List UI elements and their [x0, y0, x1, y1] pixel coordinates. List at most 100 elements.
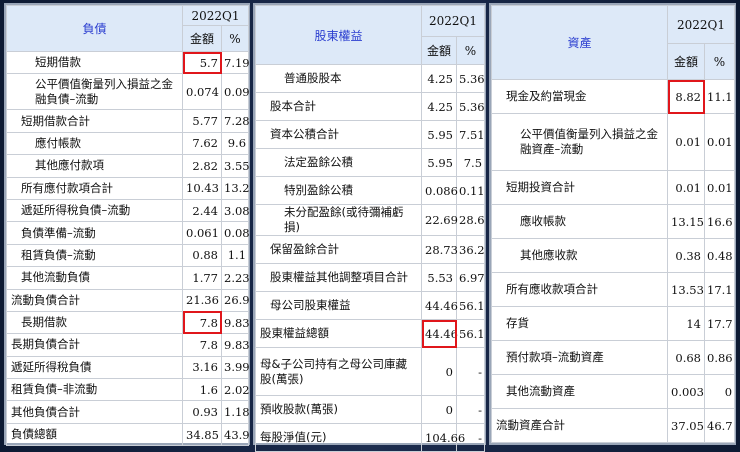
row-amount: 13.15 — [667, 204, 705, 239]
row-percent: 11.1 — [703, 79, 736, 114]
row-amount: 5.7 — [182, 50, 222, 75]
row-amount: 22.69 — [421, 204, 458, 236]
table-row: 普通股股本 4.25 5.36 — [255, 64, 486, 93]
row-percent: 3.55 — [220, 154, 250, 178]
row-percent: 0.08 — [220, 221, 250, 245]
pct-header: % — [455, 36, 486, 65]
row-amount: 13.53 — [667, 272, 705, 307]
amount-header: 金額 — [667, 43, 705, 80]
row-percent: - — [455, 395, 486, 424]
row-label: 預收股款(萬張) — [255, 395, 422, 424]
table-row: 未分配盈餘(或待彌補虧損) 22.69 28.6 — [255, 204, 486, 236]
table-row: 公平價值衡量列入損益之金融負債–流動 0.074 0.09 — [6, 73, 250, 111]
table-row: 應收帳款 13.15 16.6 — [491, 204, 736, 239]
row-percent: 17.1 — [703, 272, 736, 307]
row-amount: 8.82 — [667, 79, 705, 114]
section-title: 負債 — [6, 5, 183, 52]
amount-header: 金額 — [182, 25, 222, 52]
table-row: 現金及約當現金 8.82 11.1 — [491, 79, 736, 114]
row-percent: 5.36 — [455, 64, 486, 93]
row-amount: 44.46 — [421, 291, 458, 320]
row-amount: 0.88 — [182, 243, 222, 268]
row-amount: 0.061 — [182, 221, 222, 245]
period-header: 2022Q1 — [420, 5, 486, 37]
row-percent: 28.6 — [455, 204, 486, 236]
row-label: 負債準備–流動 — [6, 221, 183, 245]
row-label: 母公司股東權益 — [255, 291, 422, 320]
row-amount: 0.074 — [182, 73, 222, 111]
row-amount: 7.8 — [182, 310, 222, 335]
table-row: 其他負債合計 0.93 1.18 — [6, 400, 250, 424]
row-label: 每股淨值(元) — [255, 423, 422, 452]
table-row: 流動資產合計 37.05 46.7 — [491, 408, 736, 443]
table-row: 租賃負債–流動 0.88 1.1 — [6, 243, 250, 268]
table-row: 每股淨值(元) 104.66- — [255, 423, 486, 452]
table-row: 預收股款(萬張) 0- — [255, 395, 486, 424]
table-row: 公平價值衡量列入損益之金融資產–流動 0.01 0.01 — [491, 113, 736, 171]
row-label: 應收帳款 — [491, 204, 668, 239]
row-label: 其他應付款項 — [6, 154, 183, 178]
table-row: 遞延所得稅負債–流動 2.44 3.08 — [6, 198, 250, 223]
table-row: 負債準備–流動 0.061 0.08 — [6, 221, 250, 245]
row-amount: 44.46 — [421, 319, 458, 348]
row-amount: 5.53 — [421, 263, 457, 292]
table-row: 其他應付款項 2.82 3.55 — [6, 154, 250, 178]
row-amount: 0.086 — [421, 176, 458, 205]
row-label: 短期投資合計 — [491, 170, 668, 205]
row-amount: 5.95 — [421, 148, 457, 177]
row-amount: 14 — [667, 306, 705, 341]
row-amount: 34.85 — [182, 422, 222, 447]
row-amount: 104.66 — [421, 423, 465, 452]
row-label: 其他流動負債 — [6, 266, 183, 290]
table-row: 保留盈餘合計 28.73 36.2 — [255, 235, 486, 264]
row-percent: 3.99 — [220, 355, 250, 380]
row-label: 公平價值衡量列入損益之金融負債–流動 — [6, 73, 183, 111]
section-title: 資產 — [491, 5, 668, 80]
row-label: 存貨 — [491, 306, 668, 341]
row-amount: 4.25 — [421, 92, 457, 121]
row-label: 公平價值衡量列入損益之金融資產–流動 — [491, 113, 668, 171]
row-percent: 56.1 — [455, 291, 486, 320]
row-amount: 0 — [421, 347, 457, 396]
row-percent: 9.83 — [220, 333, 250, 357]
row-label: 其他流動資產 — [491, 374, 668, 409]
row-label: 普通股股本 — [255, 64, 422, 93]
row-percent: 2.23 — [220, 266, 250, 290]
row-label: 股東權益總額 — [255, 319, 422, 348]
table-row: 法定盈餘公積 5.95 7.5 — [255, 148, 486, 177]
table-row: 存貨 14 17.7 — [491, 306, 736, 341]
row-label: 其他應收款 — [491, 238, 668, 273]
row-amount: 1.6 — [182, 378, 222, 402]
row-percent: 1.18 — [220, 400, 250, 424]
table-row: 應付帳款 7.62 9.6 — [6, 131, 250, 156]
table-row: 負債總額 34.85 43.9 — [6, 422, 250, 447]
balance-table: 負債 2022Q1 金額% 短期借款 5.7 7.19 公平價值衡量列入損益之金融負債–流動… — [6, 5, 250, 447]
balance-table: 股東權益 2022Q1 金額% 普通股股本 4.25 5.36 股本合計 4.25 5.36 資本… — [255, 5, 486, 452]
row-percent: 26.9 — [220, 288, 250, 312]
row-amount: 0.003 — [667, 374, 705, 409]
row-percent: 0.01 — [703, 170, 736, 205]
row-percent: 56.1 — [455, 319, 486, 348]
row-label: 租賃負債–非流動 — [6, 378, 183, 402]
table-row: 短期借款 5.7 7.19 — [6, 50, 250, 75]
row-percent: 9.83 — [220, 310, 250, 335]
row-percent: 1.1 — [220, 243, 250, 268]
row-percent: 7.5 — [455, 148, 486, 177]
row-label: 所有應付款項合計 — [6, 176, 183, 200]
table-row: 特別盈餘公積 0.086 0.11 — [255, 176, 486, 205]
table-row: 股東權益其他調整項目合計 5.53 6.97 — [255, 263, 486, 292]
row-amount: 10.43 — [182, 176, 222, 200]
row-percent: 36.2 — [455, 235, 486, 264]
row-amount: 5.77 — [182, 109, 222, 133]
row-label: 預付款項–流動資產 — [491, 340, 668, 375]
table-row: 股東權益總額 44.46 56.1 — [255, 319, 486, 348]
row-label: 遞延所得稅負債 — [6, 355, 183, 380]
balance-table: 資產 2022Q1 金額% 現金及約當現金 8.82 11.1 公平價值衡量列入損益之金融資… — [491, 5, 736, 443]
row-label: 租賃負債–流動 — [6, 243, 183, 268]
row-amount: 2.44 — [182, 198, 222, 223]
row-percent: 3.08 — [220, 198, 250, 223]
table-row: 所有應付款項合計 10.43 13.2 — [6, 176, 250, 200]
table-row: 流動負債合計 21.36 26.9 — [6, 288, 250, 312]
row-amount: 0.38 — [667, 238, 705, 273]
table-row: 租賃負債–非流動 1.6 2.02 — [6, 378, 250, 402]
